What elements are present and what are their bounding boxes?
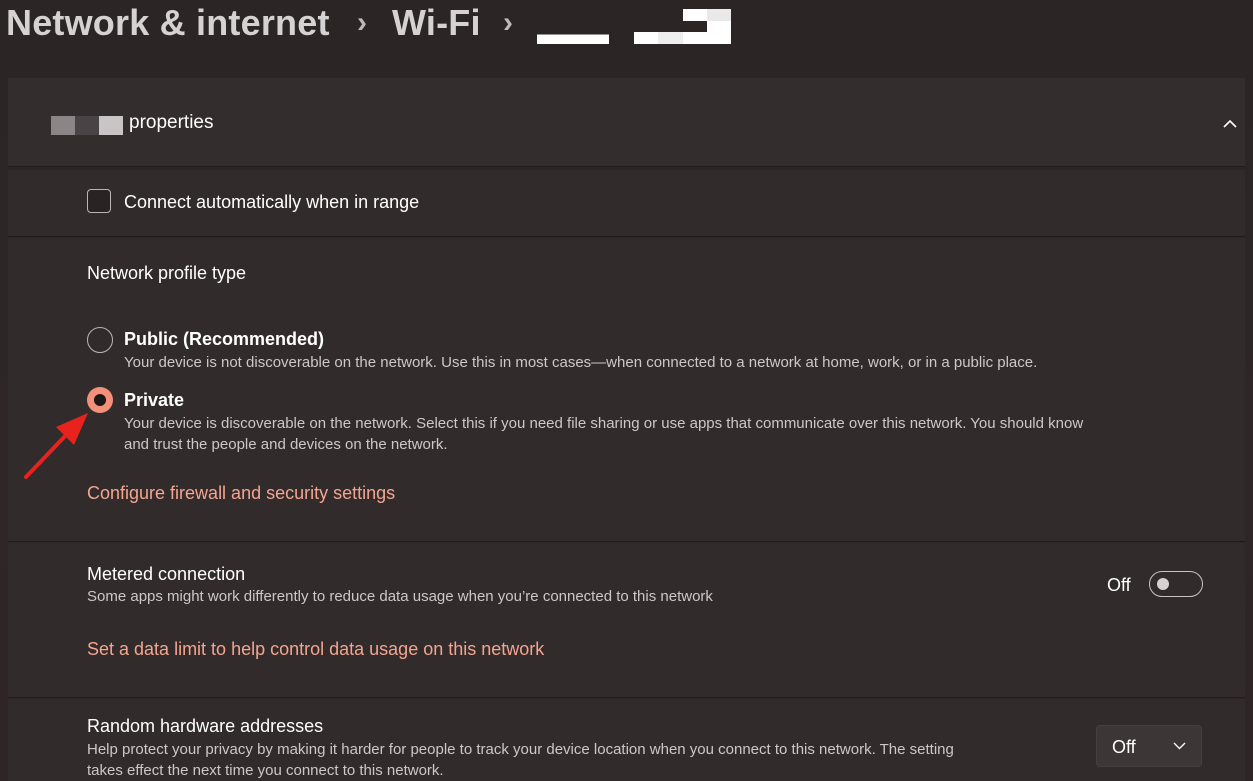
chevron-down-icon [1173, 742, 1186, 750]
red-arrow-annotation [24, 413, 88, 479]
public-description: Your device is not discoverable on the n… [124, 354, 1038, 371]
redacted-network-name [537, 9, 609, 44]
chevron-up-icon[interactable] [1222, 116, 1238, 132]
private-label[interactable]: Private [124, 390, 184, 411]
private-description-cont: and trust the people and devices on the … [124, 436, 448, 453]
redacted-network-name [51, 116, 123, 135]
random-hw-description-cont: takes effect the next time you connect t… [87, 762, 444, 779]
breadcrumb-item-wifi[interactable]: Wi-Fi [392, 2, 481, 44]
chevron-right-icon: › [503, 6, 514, 39]
random-hw-select-value: Off [1112, 737, 1136, 757]
metered-state-label: Off [1107, 575, 1131, 595]
metered-toggle[interactable] [1149, 571, 1203, 597]
firewall-settings-link[interactable]: Configure firewall and security settings [87, 483, 395, 504]
chevron-right-icon: › [357, 6, 368, 39]
properties-title: properties [129, 112, 214, 133]
private-description: Your device is discoverable on the netwo… [124, 415, 1084, 432]
random-hw-label: Random hardware addresses [87, 716, 324, 736]
breadcrumb: Network & internet › Wi-Fi › [0, 0, 1253, 60]
public-label[interactable]: Public (Recommended) [124, 329, 324, 350]
metered-description: Some apps might work differently to redu… [87, 588, 713, 605]
auto-connect-label[interactable]: Connect automatically when in range [124, 192, 419, 213]
toggle-knob [1157, 578, 1169, 590]
breadcrumb-item-network[interactable]: Network & internet [6, 2, 330, 44]
auto-connect-checkbox[interactable] [87, 189, 111, 213]
redacted-network-name [634, 9, 731, 44]
profile-heading: Network profile type [87, 263, 247, 283]
random-hw-description: Help protect your privacy by making it h… [87, 741, 954, 758]
metered-label: Metered connection [87, 564, 246, 584]
data-limit-link[interactable]: Set a data limit to help control data us… [87, 639, 544, 660]
public-radio[interactable] [87, 327, 113, 353]
random-hw-select[interactable]: Off [1096, 725, 1202, 767]
